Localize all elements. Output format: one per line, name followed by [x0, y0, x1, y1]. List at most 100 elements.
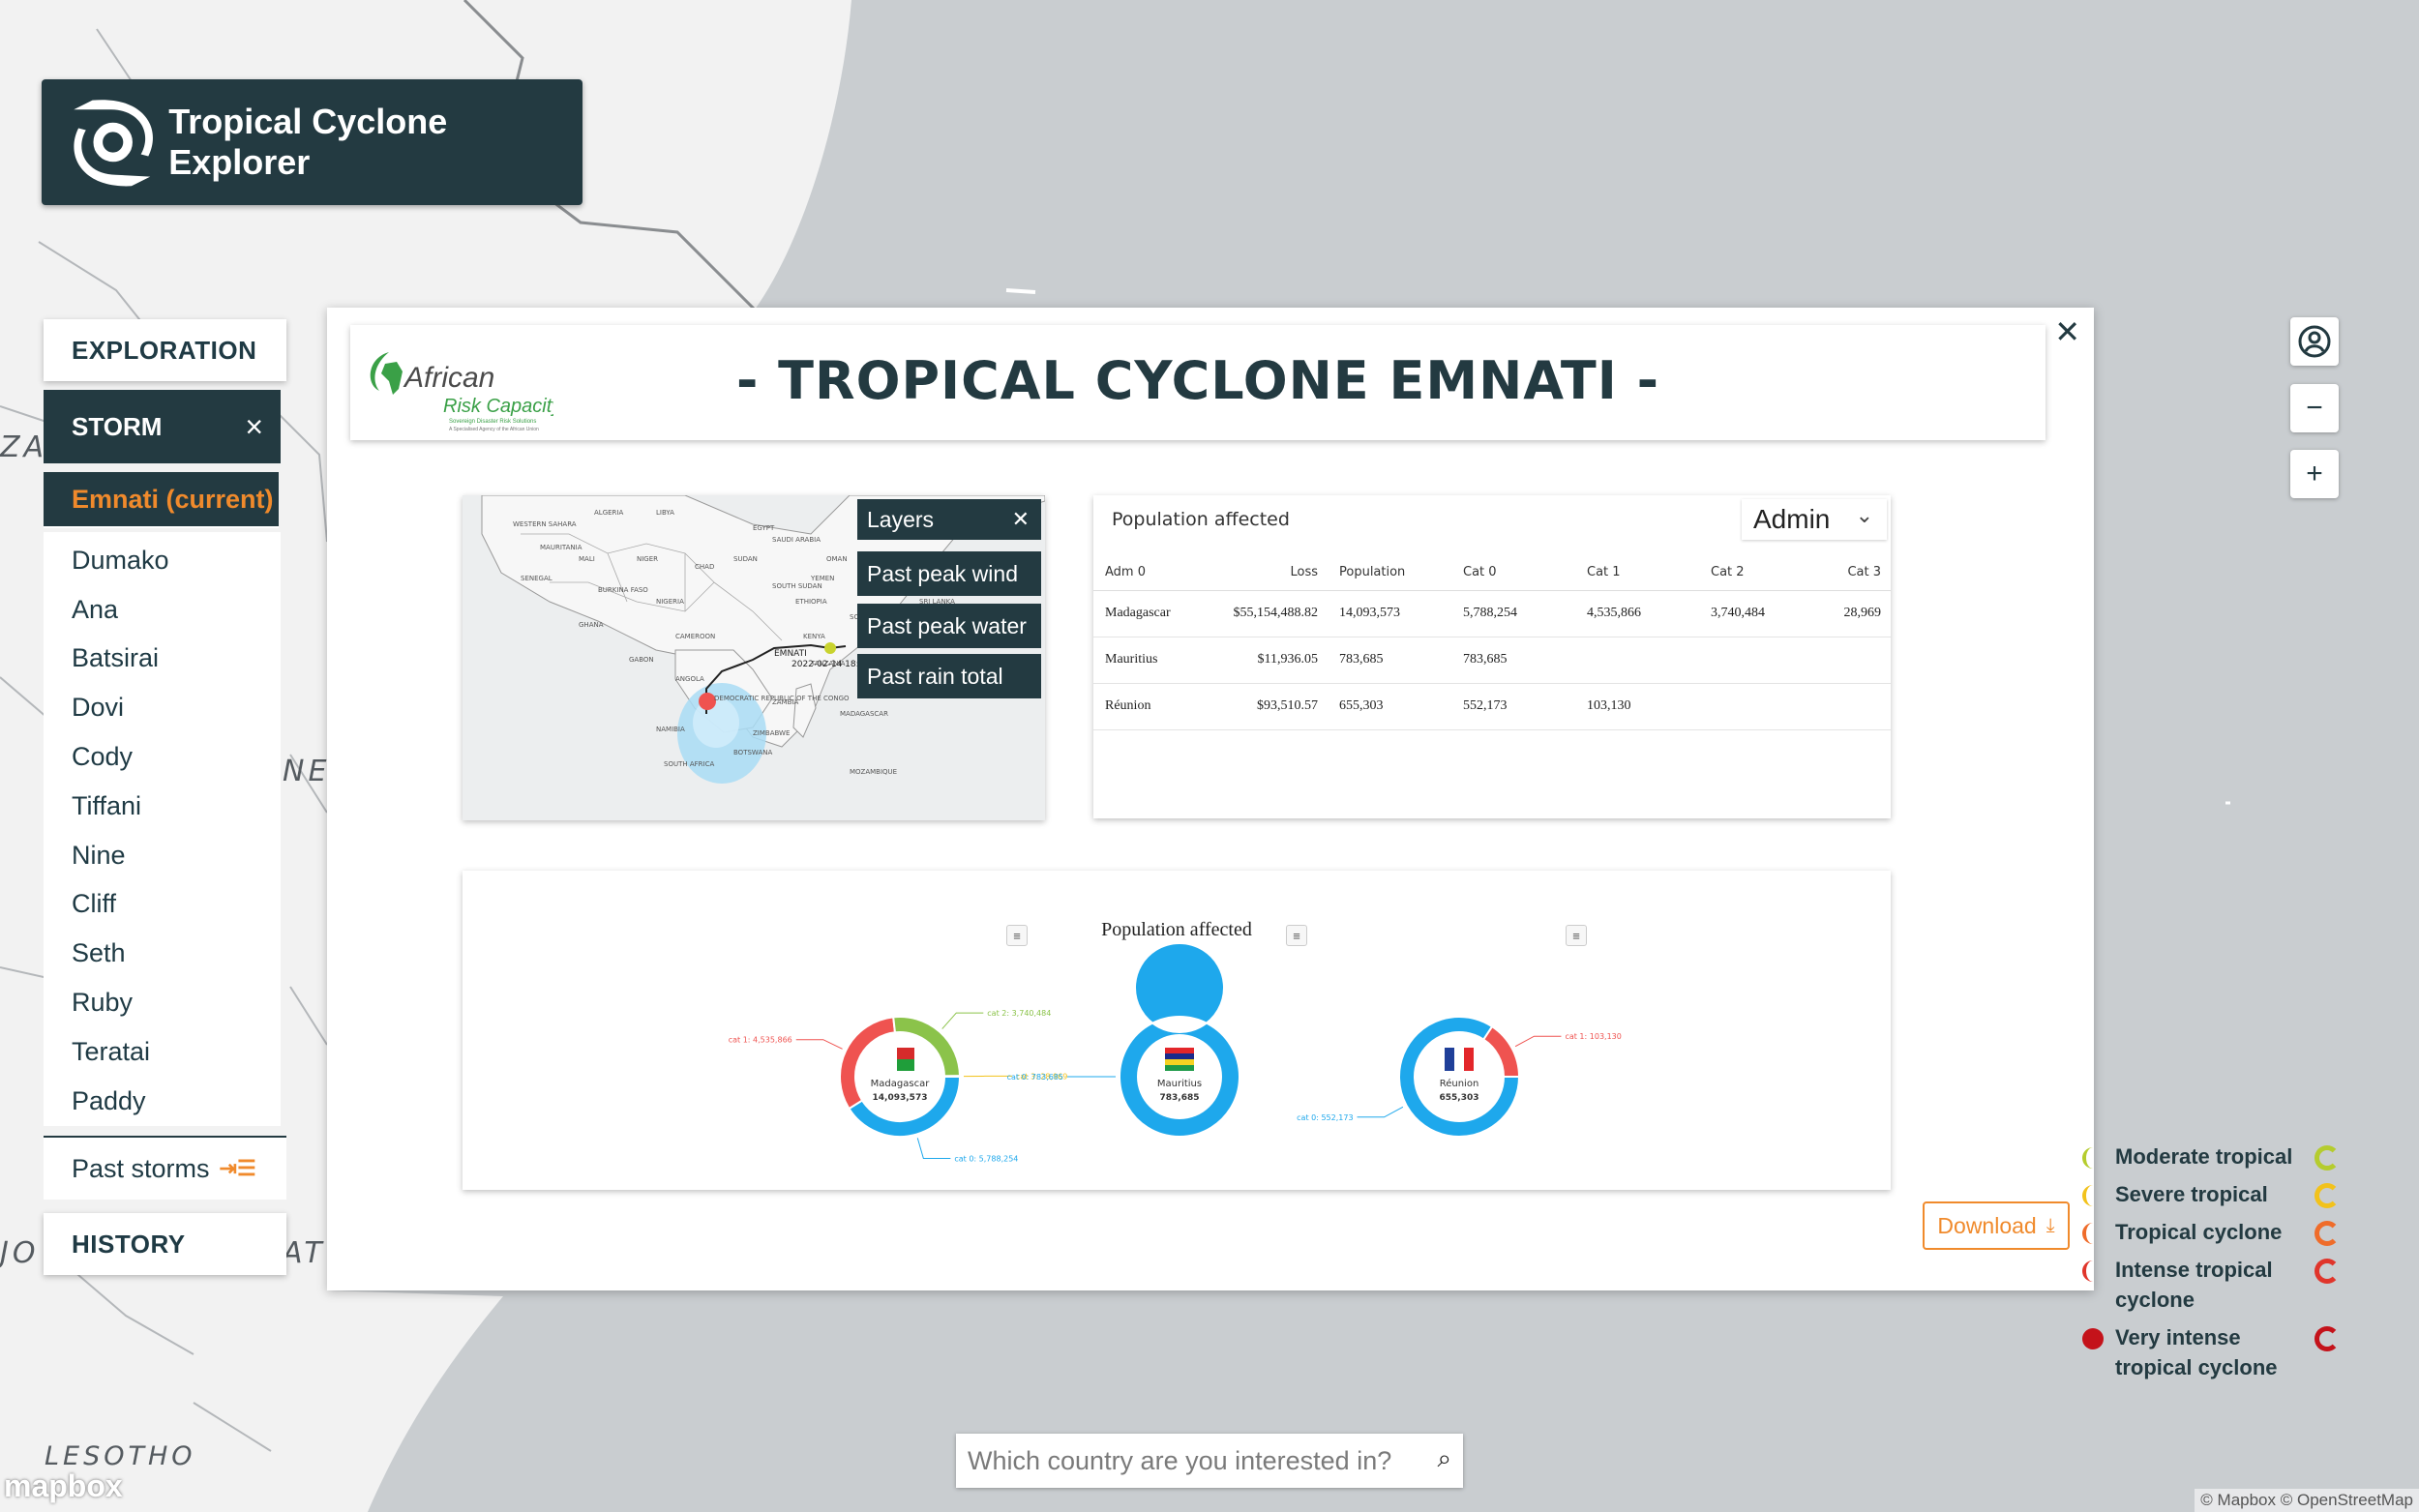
cyclone-category-legend: Moderate tropical Severe tropical Tropical… — [2082, 1141, 2351, 1390]
storm-item[interactable]: Ruby — [44, 978, 281, 1027]
close-layers-icon[interactable]: ✕ — [1012, 507, 1030, 532]
map-label-za: ZA — [0, 430, 48, 464]
exploration-section[interactable]: EXPLORATION — [44, 319, 286, 381]
country-search-input[interactable]: Which country are you interested in? ⌕ — [956, 1434, 1463, 1488]
map-country-label: MAURITANIA — [540, 544, 582, 551]
past-storms-button[interactable]: Past storms ⇥☰ — [44, 1138, 286, 1200]
cyclone-icon — [2314, 1326, 2340, 1351]
table-cell: 5,788,254 — [1451, 590, 1575, 637]
storm-item-current[interactable]: Emnati (current) — [44, 472, 279, 528]
storm-item[interactable]: Ana — [44, 585, 281, 635]
col-cat0[interactable]: Cat 0 — [1451, 555, 1575, 591]
storm-item[interactable]: Batsirai — [44, 635, 281, 684]
storm-item[interactable]: Cody — [44, 732, 281, 782]
donut-country-total: 655,303 — [1440, 1093, 1479, 1103]
table-cell: 655,303 — [1328, 683, 1451, 730]
storm-item[interactable]: Seth — [44, 929, 281, 978]
table-cell: 552,173 — [1451, 683, 1575, 730]
donut-data-label: cat 2: 3,740,484 — [987, 1009, 1051, 1018]
app-header: Tropical Cyclone Explorer — [42, 79, 582, 205]
user-circle-icon — [2298, 325, 2331, 358]
layers-header[interactable]: Layers ✕ — [857, 499, 1041, 540]
donut-label-connector — [795, 1039, 843, 1050]
app-title: Tropical Cyclone Explorer — [168, 102, 448, 182]
download-button[interactable]: Download ⤓ — [1923, 1201, 2070, 1250]
map-label-jo: JO — [0, 1236, 40, 1270]
minus-icon: − — [2306, 392, 2323, 424]
col-loss[interactable]: Loss — [1219, 555, 1328, 591]
col-cat1[interactable]: Cat 1 — [1575, 555, 1699, 591]
donut-charts: cat 0: 5,788,254 cat 1: 4,535,866 cat 2: 3… — [729, 942, 1622, 1164]
history-section[interactable]: HISTORY — [44, 1213, 286, 1275]
map-country-label: NAMIBIA — [656, 726, 685, 733]
table-cell — [1823, 683, 1891, 730]
map-country-label: SAUDI ARABIA — [772, 536, 821, 544]
admin-level-select[interactable]: Admin ⌄ — [1742, 499, 1887, 540]
map-country-label: NIGERIA — [656, 598, 684, 606]
legend-item: Moderate tropical — [2082, 1141, 2351, 1171]
storm-item[interactable]: Dumako — [44, 536, 281, 585]
search-placeholder: Which country are you interested in? — [968, 1445, 1392, 1475]
storm-item[interactable]: Cliff — [44, 880, 281, 930]
close-modal-icon[interactable]: ✕ — [2054, 313, 2080, 350]
table-cell: Mauritius — [1093, 637, 1219, 684]
zoom-in-button[interactable]: + — [2290, 450, 2339, 498]
donut-center — [857, 1034, 942, 1119]
col-population[interactable]: Population — [1328, 555, 1451, 591]
mauritius-flag-icon — [1165, 1048, 1194, 1071]
zoom-out-button[interactable]: − — [2290, 384, 2339, 432]
storm-item[interactable]: Teratai — [44, 1027, 281, 1077]
table-cell: $55,154,488.82 — [1219, 590, 1328, 637]
map-country-label: GHANA — [579, 621, 604, 629]
layer-past-peak-water[interactable]: Past peak water — [857, 604, 1041, 648]
map-attribution[interactable]: © Mapbox © OpenStreetMap — [2195, 1489, 2419, 1512]
legend-item: Tropical cyclone — [2082, 1217, 2351, 1247]
storm-section-header[interactable]: STORM × — [44, 390, 281, 463]
donut-country-total: 14,093,573 — [873, 1093, 928, 1103]
close-storm-icon[interactable]: × — [245, 409, 263, 445]
map-country-label: SENEGAL — [521, 575, 552, 582]
past-storms-label: Past storms — [72, 1153, 210, 1183]
table-row: Réunion $93,510.57 655,303 552,173 103,130 — [1093, 683, 1891, 730]
mapbox-logo[interactable]: mapbox — [4, 1468, 123, 1504]
map-country-label: ETHIOPIA — [795, 598, 827, 606]
population-donut-card: Population affected ≡ ≡ ≡ cat 0: 5,788,2… — [463, 871, 1891, 1190]
layer-past-rain-total[interactable]: Past rain total — [857, 654, 1041, 698]
table-cell — [1575, 637, 1699, 684]
col-adm0[interactable]: Adm 0 — [1093, 555, 1219, 591]
donut-data-label: cat 1: 4,535,866 — [729, 1036, 792, 1045]
donut-country-total: 783,685 — [1160, 1093, 1200, 1103]
storm-item[interactable]: Paddy — [44, 1077, 281, 1126]
col-cat3[interactable]: Cat 3 — [1823, 555, 1891, 591]
arc-logo-subline: A Specialised Agency of the African Unio… — [449, 427, 539, 432]
map-country-label: BURKINA FASO — [598, 586, 648, 594]
map-country-label: SUDAN — [733, 555, 758, 563]
search-icon[interactable]: ⌕ — [1437, 1443, 1451, 1474]
map-country-label: LIBYA — [656, 509, 674, 517]
admin-select-value: Admin — [1753, 504, 1831, 534]
storm-list: Dumako Ana Batsirai Dovi Cody Tiffani Nine Clif… — [44, 532, 281, 1126]
layer-past-peak-wind[interactable]: Past peak wind — [857, 551, 1041, 596]
list-expand-icon: ⇥☰ — [219, 1156, 256, 1180]
cyclone-icon — [2314, 1145, 2340, 1171]
map-country-label: MADAGASCAR — [840, 710, 888, 718]
cyclone-icon — [2314, 1259, 2340, 1284]
table-cell: 3,740,484 — [1699, 590, 1823, 637]
legend-item: Severe tropical — [2082, 1179, 2351, 1209]
donut-data-label: cat 1: 103,130 — [1565, 1032, 1621, 1041]
legend-marker — [2082, 1260, 2104, 1282]
map-country-label: SOUTH AFRICA — [664, 760, 714, 768]
storm-item[interactable]: Tiffani — [44, 782, 281, 831]
user-account-icon[interactable] — [2290, 317, 2339, 366]
table-cell: Réunion — [1093, 683, 1219, 730]
donut-label-connector — [1357, 1106, 1404, 1118]
map-label-ne: NE — [283, 755, 331, 788]
map-country-label: CAMEROON — [675, 633, 715, 640]
storm-item[interactable]: Nine — [44, 831, 281, 880]
table-row: Madagascar $55,154,488.82 14,093,573 5,788,… — [1093, 590, 1891, 637]
france-flag-icon — [1445, 1048, 1474, 1071]
donut-country-name: Madagascar — [871, 1079, 931, 1089]
map-country-label: ZIMBABWE — [753, 729, 790, 737]
col-cat2[interactable]: Cat 2 — [1699, 555, 1823, 591]
storm-item[interactable]: Dovi — [44, 683, 281, 732]
